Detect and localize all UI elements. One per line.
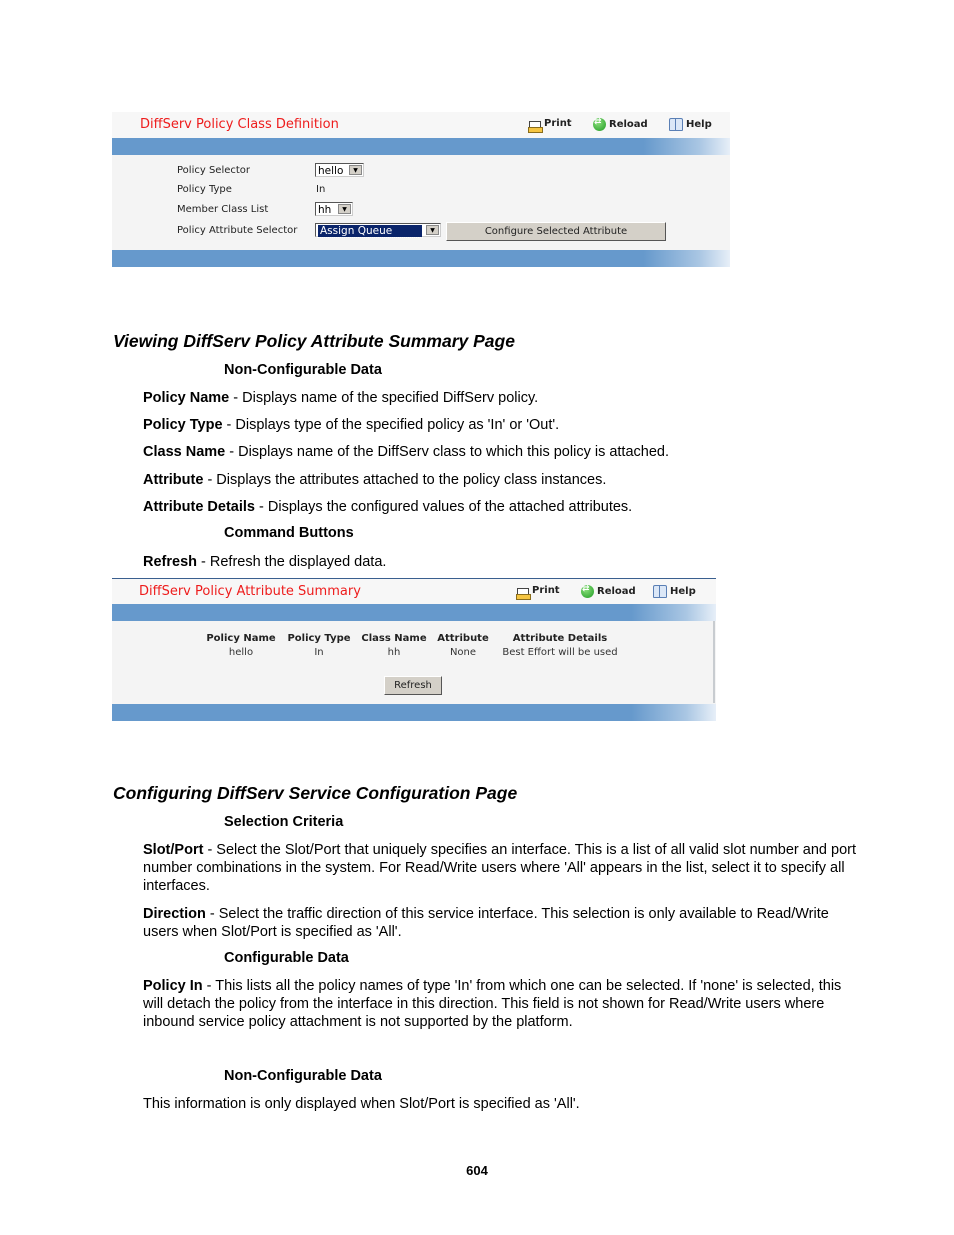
note-all-slot-port: This information is only displayed when … [143, 1096, 580, 1112]
print-button[interactable]: Print [516, 585, 560, 600]
cell-class-name: hh [387, 647, 401, 658]
refresh-button[interactable]: Refresh [384, 676, 442, 695]
printer-icon [516, 588, 531, 600]
definition-refresh: Refresh - Refresh the displayed data. [143, 554, 387, 570]
reload-button[interactable]: Reload [593, 117, 648, 131]
policy-attribute-summary-panel: DiffServ Policy Attribute Summary Print … [112, 578, 716, 721]
subheading-non-configurable-data: Non-Configurable Data [224, 1068, 382, 1084]
definition-policy-name: Policy Name - Displays name of the speci… [143, 390, 539, 406]
policy-selector-label: Policy Selector [177, 165, 251, 176]
member-class-list-label: Member Class List [177, 204, 269, 215]
subheading-selection-criteria: Selection Criteria [224, 814, 344, 830]
column-header-policy-type: Policy Type [287, 633, 351, 644]
reload-icon [581, 584, 594, 598]
cell-attribute: None [449, 647, 477, 658]
member-class-list-dropdown[interactable]: hh ▼ [315, 202, 353, 216]
column-header-policy-name: Policy Name [206, 633, 276, 644]
column-header-attribute-details: Attribute Details [512, 633, 608, 644]
chevron-down-icon: ▼ [338, 204, 351, 214]
policy-attribute-selector-dropdown[interactable]: Assign Queue ▼ [315, 223, 441, 238]
print-button[interactable]: Print [528, 118, 572, 133]
panel-header: DiffServ Policy Class Definition Print R… [112, 112, 730, 138]
book-icon [653, 585, 667, 598]
cell-policy-type: In [314, 647, 324, 658]
policy-attribute-selector-label: Policy Attribute Selector [177, 225, 298, 236]
policy-class-definition-panel: DiffServ Policy Class Definition Print R… [112, 112, 730, 267]
section-heading: Configuring DiffServ Service Configurati… [113, 783, 518, 803]
section-heading: Viewing DiffServ Policy Attribute Summar… [113, 331, 515, 351]
chevron-down-icon: ▼ [349, 165, 362, 175]
chevron-down-icon: ▼ [426, 225, 439, 235]
policy-type-value: In [316, 184, 326, 195]
panel-title: DiffServ Policy Attribute Summary [139, 584, 361, 599]
definition-direction: Direction - Select the traffic direction… [143, 906, 829, 940]
cell-policy-name: hello [228, 647, 254, 658]
printer-icon [528, 121, 543, 133]
reload-icon [593, 117, 606, 131]
definition-policy-in: Policy In - This lists all the policy na… [143, 978, 842, 1030]
panel-title: DiffServ Policy Class Definition [140, 117, 339, 132]
page-number: 604 [466, 1163, 488, 1178]
subheading-command-buttons: Command Buttons [224, 525, 354, 541]
reload-button[interactable]: Reload [581, 584, 636, 598]
panel-header: DiffServ Policy Attribute Summary Print … [112, 579, 716, 604]
subheading-configurable-data: Configurable Data [224, 950, 349, 966]
footer-bar [112, 704, 716, 721]
subheading-non-configurable: Non-Configurable Data [224, 362, 382, 378]
header-bar [112, 604, 716, 621]
book-icon [669, 118, 683, 131]
definition-policy-type: Policy Type - Displays type of the speci… [143, 417, 560, 433]
help-button[interactable]: Help [653, 585, 696, 598]
policy-selector-dropdown[interactable]: hello ▼ [315, 163, 364, 177]
definition-class-name: Class Name - Displays name of the DiffSe… [143, 444, 669, 460]
definition-attribute-details: Attribute Details - Displays the configu… [143, 499, 633, 515]
cell-attribute-details: Best Effort will be used [502, 647, 618, 658]
footer-bar [112, 250, 730, 267]
definition-attribute: Attribute - Displays the attributes atta… [143, 472, 607, 488]
header-bar [112, 138, 730, 155]
column-header-class-name: Class Name [361, 633, 427, 644]
column-header-attribute: Attribute [437, 633, 489, 644]
help-button[interactable]: Help [669, 118, 712, 131]
policy-type-label: Policy Type [177, 184, 232, 195]
panel-right-border [713, 621, 715, 703]
definition-slot-port: Slot/Port - Select the Slot/Port that un… [143, 842, 856, 894]
configure-selected-attribute-button[interactable]: Configure Selected Attribute [446, 222, 666, 241]
